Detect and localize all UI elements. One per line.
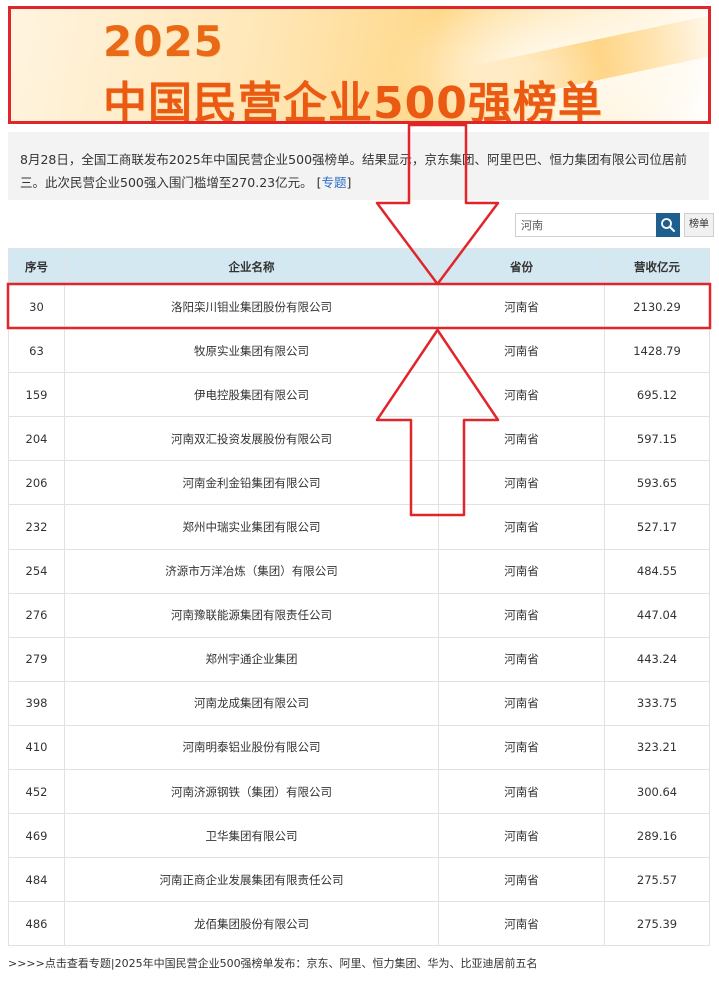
cell-company: 河南正商企业发展集团有限责任公司 <box>64 857 439 903</box>
cell-rank: 206 <box>8 460 65 506</box>
cell-company: 牧原实业集团有限公司 <box>64 328 439 374</box>
table-row: 30 洛阳栾川钼业集团股份有限公司 河南省 2130.29 <box>8 283 710 330</box>
cell-company: 济源市万洋冶炼（集团）有限公司 <box>64 548 439 594</box>
cell-province: 河南省 <box>438 328 605 374</box>
cell-revenue: 1428.79 <box>604 328 710 374</box>
cell-revenue: 484.55 <box>604 548 710 594</box>
search-icon <box>661 218 675 232</box>
table-row: 206 河南金利金铅集团有限公司 河南省 593.65 <box>8 460 710 506</box>
search-bar: 榜单 <box>515 213 714 237</box>
cell-province: 河南省 <box>438 504 605 550</box>
header-province: 省份 <box>438 248 605 285</box>
cell-province: 河南省 <box>438 548 605 594</box>
cell-rank: 452 <box>8 769 65 815</box>
cell-company: 河南双汇投资发展股份有限公司 <box>64 416 439 462</box>
list-button[interactable]: 榜单 <box>684 213 714 237</box>
cell-revenue: 275.57 <box>604 857 710 903</box>
cell-revenue: 275.39 <box>604 901 710 947</box>
table-row: 398 河南龙成集团有限公司 河南省 333.75 <box>8 680 710 726</box>
cell-province: 河南省 <box>438 636 605 682</box>
table-row: 410 河南明泰铝业股份有限公司 河南省 323.21 <box>8 724 710 771</box>
cell-rank: 30 <box>8 283 65 330</box>
cell-province: 河南省 <box>438 769 605 815</box>
cell-revenue: 593.65 <box>604 460 710 506</box>
cell-revenue: 289.16 <box>604 813 710 859</box>
footer-topic-link[interactable]: >>>>点击查看专题|2025年中国民营企业500强榜单发布：京东、阿里、恒力集… <box>8 955 538 971</box>
cell-revenue: 447.04 <box>604 592 710 638</box>
cell-company: 郑州宇通企业集团 <box>64 636 439 682</box>
banner: 2025 中国民营企业500强榜单 <box>8 6 711 124</box>
table-row: 204 河南双汇投资发展股份有限公司 河南省 597.15 <box>8 416 710 462</box>
cell-rank: 63 <box>8 328 65 374</box>
cell-revenue: 597.15 <box>604 416 710 462</box>
table-row: 452 河南济源钢铁（集团）有限公司 河南省 300.64 <box>8 769 710 815</box>
cell-revenue: 443.24 <box>604 636 710 682</box>
cell-revenue: 323.21 <box>604 724 710 771</box>
intro-text: 8月28日，全国工商联发布2025年中国民营企业500强榜单。结果显示，京东集团… <box>20 152 688 190</box>
cell-rank: 469 <box>8 813 65 859</box>
cell-province: 河南省 <box>438 592 605 638</box>
table-row: 232 郑州中瑞实业集团有限公司 河南省 527.17 <box>8 504 710 550</box>
cell-company: 河南济源钢铁（集团）有限公司 <box>64 769 439 815</box>
cell-company: 卫华集团有限公司 <box>64 813 439 859</box>
cell-rank: 254 <box>8 548 65 594</box>
cell-company: 河南明泰铝业股份有限公司 <box>64 724 439 771</box>
table-row: 159 伊电控股集团有限公司 河南省 695.12 <box>8 372 710 418</box>
cell-company: 河南豫联能源集团有限责任公司 <box>64 592 439 638</box>
topic-link[interactable]: [专题] <box>317 175 352 190</box>
cell-province: 河南省 <box>438 724 605 771</box>
cell-company: 龙佰集团股份有限公司 <box>64 901 439 947</box>
link-close-bracket: ] <box>346 175 352 190</box>
cell-rank: 159 <box>8 372 65 418</box>
table-body: 30 洛阳栾川钼业集团股份有限公司 河南省 2130.29 63 牧原实业集团有限公司 河南… <box>8 283 710 947</box>
table-row: 484 河南正商企业发展集团有限责任公司 河南省 275.57 <box>8 857 710 903</box>
header-rank: 序号 <box>8 248 65 285</box>
topic-link-label[interactable]: 专题 <box>321 175 346 190</box>
cell-rank: 276 <box>8 592 65 638</box>
cell-rank: 410 <box>8 724 65 771</box>
cell-rank: 232 <box>8 504 65 550</box>
cell-province: 河南省 <box>438 372 605 418</box>
cell-province: 河南省 <box>438 416 605 462</box>
cell-rank: 486 <box>8 901 65 947</box>
table-row: 63 牧原实业集团有限公司 河南省 1428.79 <box>8 328 710 374</box>
cell-company: 洛阳栾川钼业集团股份有限公司 <box>64 283 439 330</box>
banner-year: 2025 <box>103 17 224 66</box>
table-row: 469 卫华集团有限公司 河南省 289.16 <box>8 813 710 859</box>
cell-province: 河南省 <box>438 283 605 330</box>
cell-province: 河南省 <box>438 857 605 903</box>
header-company: 企业名称 <box>64 248 439 285</box>
cell-rank: 484 <box>8 857 65 903</box>
cell-province: 河南省 <box>438 813 605 859</box>
cell-company: 河南金利金铅集团有限公司 <box>64 460 439 506</box>
cell-revenue: 2130.29 <box>604 283 710 330</box>
cell-revenue: 300.64 <box>604 769 710 815</box>
intro-box: 8月28日，全国工商联发布2025年中国民营企业500强榜单。结果显示，京东集团… <box>8 132 709 200</box>
search-button[interactable] <box>656 213 680 237</box>
cell-province: 河南省 <box>438 680 605 726</box>
cell-rank: 279 <box>8 636 65 682</box>
table-header-row: 序号 企业名称 省份 营收亿元 <box>8 248 710 285</box>
cell-revenue: 333.75 <box>604 680 710 726</box>
table-row: 486 龙佰集团股份有限公司 河南省 275.39 <box>8 901 710 947</box>
cell-revenue: 527.17 <box>604 504 710 550</box>
cell-province: 河南省 <box>438 460 605 506</box>
cell-rank: 204 <box>8 416 65 462</box>
banner-headline: 中国民营企业500强榜单 <box>103 78 603 124</box>
cell-company: 河南龙成集团有限公司 <box>64 680 439 726</box>
cell-province: 河南省 <box>438 901 605 947</box>
table-row: 276 河南豫联能源集团有限责任公司 河南省 447.04 <box>8 592 710 638</box>
cell-rank: 398 <box>8 680 65 726</box>
cell-company: 郑州中瑞实业集团有限公司 <box>64 504 439 550</box>
header-revenue: 营收亿元 <box>604 248 710 285</box>
cell-company: 伊电控股集团有限公司 <box>64 372 439 418</box>
ranking-table: 序号 企业名称 省份 营收亿元 30 洛阳栾川钼业集团股份有限公司 河南省 2130.… <box>8 248 710 947</box>
search-input[interactable] <box>515 213 656 237</box>
table-row: 279 郑州宇通企业集团 河南省 443.24 <box>8 636 710 682</box>
table-row: 254 济源市万洋冶炼（集团）有限公司 河南省 484.55 <box>8 548 710 594</box>
cell-revenue: 695.12 <box>604 372 710 418</box>
